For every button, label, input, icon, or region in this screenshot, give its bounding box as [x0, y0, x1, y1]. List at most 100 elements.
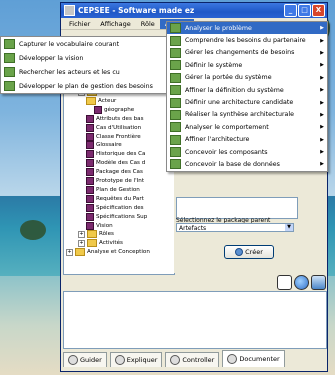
activity-icon [170, 47, 181, 58]
folder-icon [87, 239, 97, 248]
task-icon [4, 39, 15, 49]
minimize-button[interactable]: _ [284, 4, 297, 17]
tab-label: Controller [182, 356, 215, 364]
tree-item-label: Modèle des Cas d [96, 160, 146, 167]
activity-menu-item[interactable]: Comprendre les besoins du partenaire ▶ [167, 34, 327, 46]
tree-item-label: Rôles [99, 231, 114, 238]
tree-item[interactable]: + Rôles [78, 230, 114, 239]
tree-item[interactable]: Vision [86, 221, 113, 230]
task-menu-item[interactable]: Développer la vision [1, 51, 167, 65]
tree-item-label: Package des Cas [96, 169, 143, 176]
expand-icon[interactable]: + [78, 230, 85, 238]
tree-item[interactable]: Plan de Gestion [86, 185, 140, 194]
tab-controller[interactable]: Controller [165, 352, 220, 367]
tree-item[interactable]: + Analyse et Conception [66, 248, 150, 257]
submenu-arrow-icon: ▶ [320, 37, 324, 44]
task-icon [4, 81, 15, 91]
details-list[interactable] [176, 197, 298, 219]
submenu-arrow-icon: ▶ [320, 62, 324, 69]
tree-item[interactable]: Spécifications Sup [86, 212, 148, 221]
tree-item[interactable]: Cas d'Utilisation [86, 123, 141, 132]
artefact-icon [86, 150, 94, 159]
tree-item-label: Spécification des [96, 204, 144, 211]
tree-item[interactable]: Package des Cas [86, 168, 143, 177]
activity-menu-item[interactable]: Concevoir la base de données ▶ [167, 158, 327, 170]
menu-fichier[interactable]: Fichier [64, 19, 95, 29]
tree-item-label: Spécifications Sup [96, 213, 148, 220]
close-button[interactable]: X [312, 4, 325, 17]
activity-menu-label: Analyser le comportement [185, 123, 269, 131]
sheep-icon[interactable] [277, 275, 292, 290]
maximize-button[interactable]: □ [298, 4, 311, 17]
tab-guider[interactable]: Guider [63, 352, 107, 367]
artefact-icon [86, 141, 94, 150]
task-menu-item[interactable]: Rechercher les acteurs et les cu [1, 65, 167, 79]
menu-role[interactable]: Rôle [136, 19, 160, 29]
submenu-arrow-icon: ▶ [320, 87, 324, 94]
activity-menu-label: Analyser le problème [185, 24, 252, 32]
tree-item[interactable]: Modèle des Cas d [86, 159, 146, 168]
chevron-down-icon[interactable]: ▼ [285, 224, 293, 231]
globe-icon[interactable] [294, 275, 309, 290]
activity-menu-item[interactable]: Affiner la définition du système ▶ [167, 84, 327, 96]
activity-menu-item[interactable]: Définir le système ▶ [167, 59, 327, 71]
task-menu-label: Développer le plan de gestion des besoin… [19, 82, 153, 90]
tab-expliquer[interactable]: Expliquer [109, 352, 163, 367]
tree-item-label: Activités [99, 240, 123, 247]
tree-item[interactable]: Spécification des [86, 203, 144, 212]
activity-menu-label: Gérer la portée du système [185, 74, 272, 82]
activity-menu-item[interactable]: Définir une architecture candidate ▶ [167, 96, 327, 108]
menu-affichage[interactable]: Affichage [95, 19, 136, 29]
tree-item[interactable]: Classe Frontière [86, 132, 141, 141]
tree-item[interactable]: Prototype de l'Int [86, 177, 144, 185]
activity-menu: Analyser le problème ▶ Comprendre les beso… [166, 21, 328, 172]
tab-documenter[interactable]: Documenter [222, 350, 285, 367]
tree-item[interactable]: Acteur [86, 96, 116, 105]
tree-item[interactable]: Attributs des bas [86, 114, 144, 123]
task-menu-item[interactable]: Capturer le vocabulaire courant [1, 37, 167, 51]
expand-icon[interactable]: + [78, 239, 85, 247]
activity-icon [170, 35, 181, 46]
artefact-icon [86, 159, 94, 168]
title-bar[interactable]: CEPSEE - Software made ez _ □ X [61, 3, 327, 18]
tree-item[interactable]: géographe [94, 105, 134, 114]
submenu-arrow-icon: ▶ [320, 149, 324, 156]
activity-menu-item[interactable]: Gérer la portée du système ▶ [167, 72, 327, 84]
activity-icon [170, 23, 181, 34]
task-menu-item[interactable]: Développer le plan de gestion des besoin… [1, 79, 167, 93]
activity-menu-item[interactable]: Analyser le problème ▶ [167, 22, 327, 35]
app-icon [64, 5, 75, 16]
activity-menu-label: Affiner l'architecture [185, 136, 250, 144]
activity-menu-label: Gérer les changements de besoins [185, 49, 295, 57]
package-select[interactable]: Artefacts ▼ [176, 223, 294, 232]
activity-menu-item[interactable]: Analyser le comportement ▶ [167, 121, 327, 133]
activity-menu-item[interactable]: Concevoir les composants ▶ [167, 146, 327, 158]
activity-menu-item[interactable]: Gérer les changements de besoins ▶ [167, 47, 327, 59]
tab-label: Documenter [239, 355, 280, 363]
wave-icon[interactable] [311, 275, 326, 290]
tree-item-label: Analyse et Conception [87, 249, 150, 256]
activity-menu-label: Concevoir la base de données [185, 160, 280, 168]
submenu-arrow-icon: ▶ [320, 99, 324, 106]
activity-menu-item[interactable]: Affiner l'architecture ▶ [167, 134, 327, 146]
bottom-tab-bar: Guider Expliquer Controller Documenter [63, 349, 325, 367]
expand-icon[interactable]: + [66, 248, 73, 256]
tree-item-label: Attributs des bas [96, 115, 144, 122]
tree-item[interactable]: + Activités [78, 239, 123, 248]
activity-menu-item[interactable]: Réaliser la synthèse architecturale ▶ [167, 109, 327, 121]
palm-foliage [20, 220, 46, 240]
artefact-icon [86, 221, 94, 230]
output-pane[interactable] [63, 291, 327, 349]
tree-item-label: Plan de Gestion [96, 186, 140, 193]
tree-item[interactable]: Historique des Ca [86, 150, 145, 159]
tree-item[interactable]: Glossaire [86, 141, 122, 150]
task-icon [4, 53, 15, 63]
folder-icon [75, 248, 85, 257]
package-select-value: Artefacts [179, 225, 207, 232]
submenu-arrow-icon: ▶ [320, 74, 324, 81]
create-button[interactable]: Créer [224, 245, 274, 259]
artefact-icon [86, 212, 94, 221]
tree-item-label: Prototype de l'Int [96, 178, 145, 184]
tree-item[interactable]: Requêtes du Part [86, 194, 144, 203]
activity-icon [170, 134, 181, 145]
